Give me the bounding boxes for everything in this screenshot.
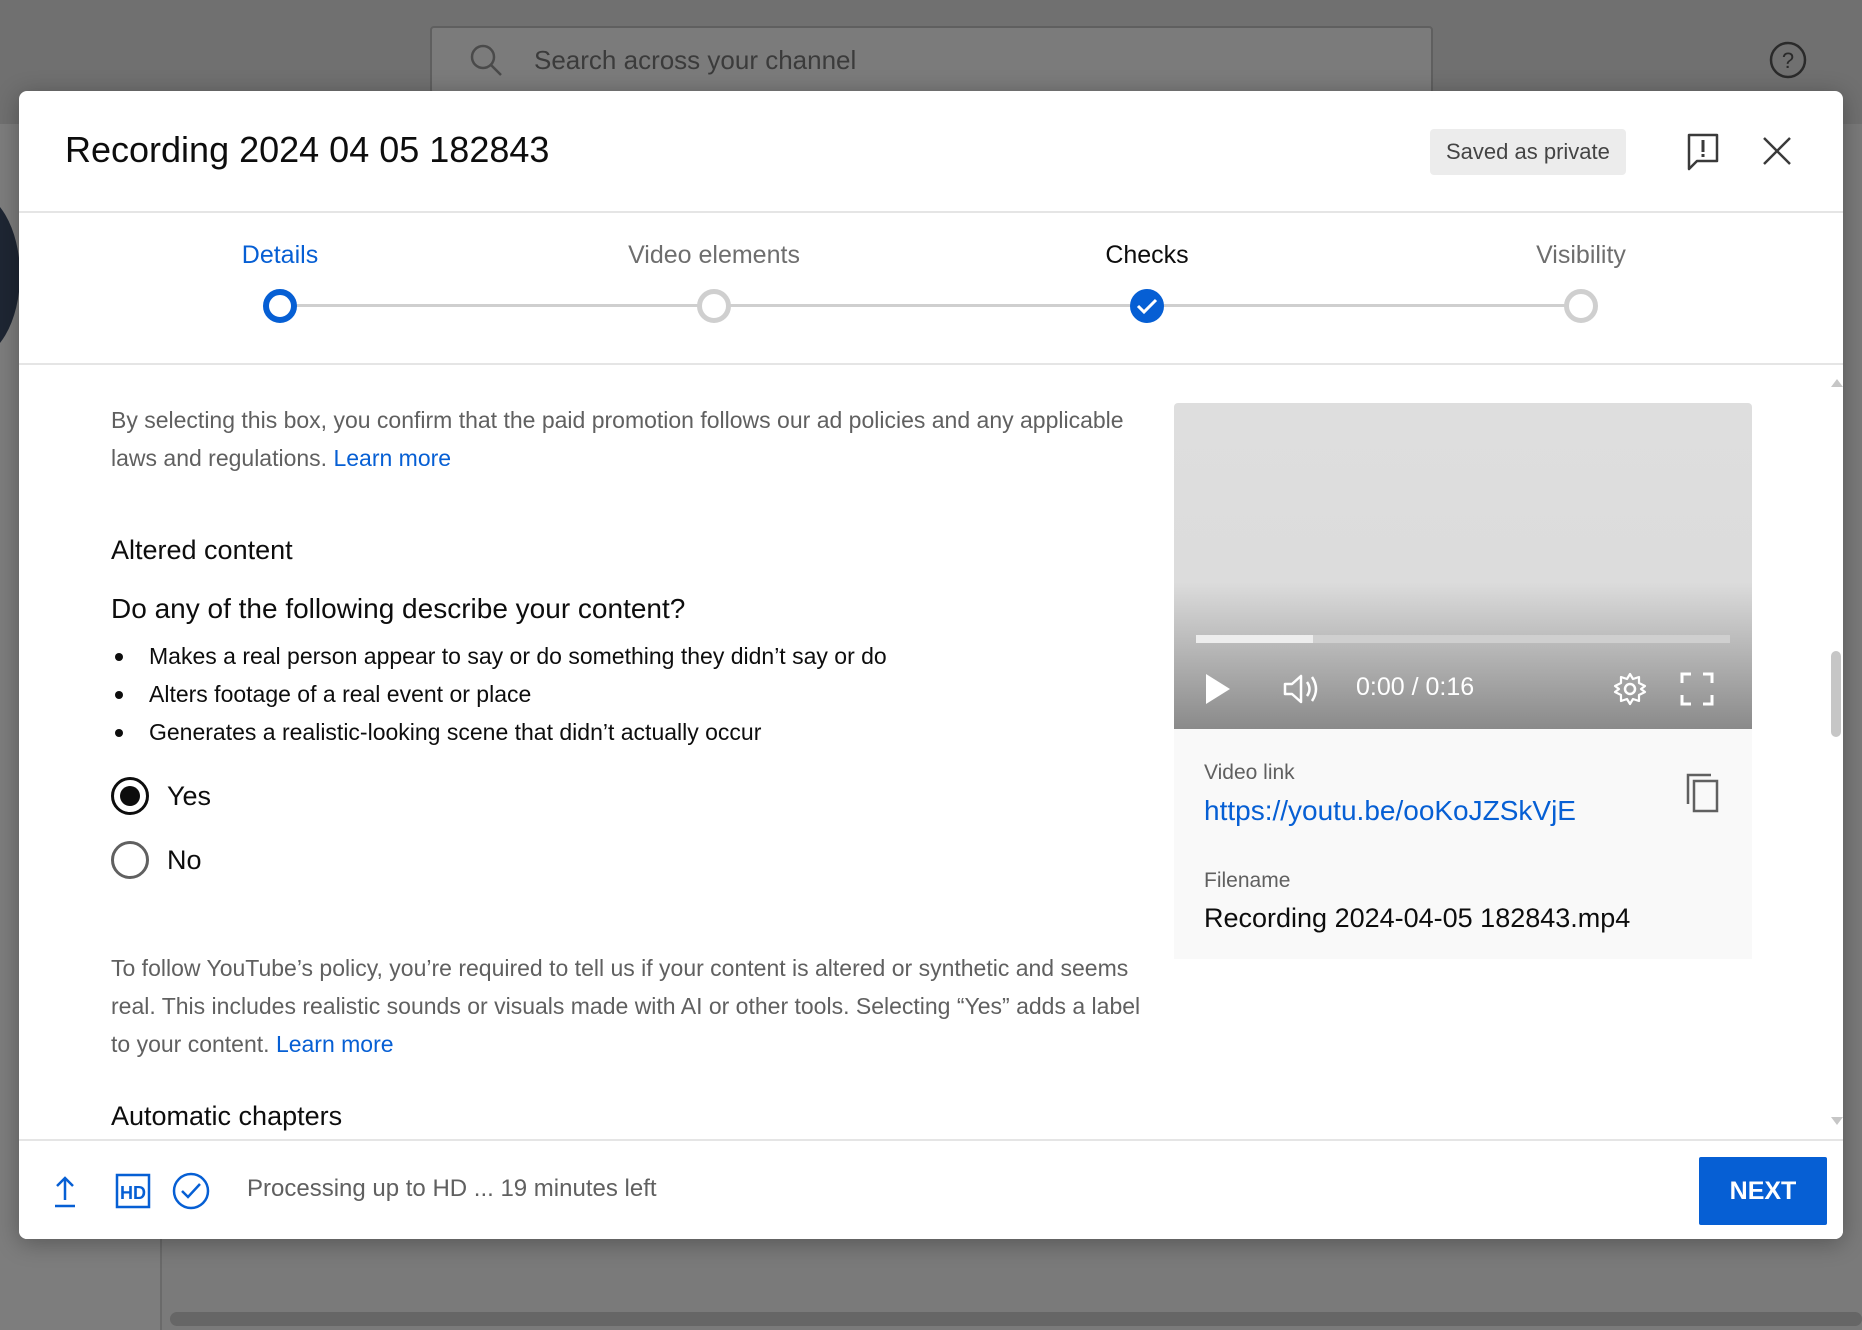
help-icon[interactable]: ? <box>1768 40 1808 80</box>
svg-text:HD: HD <box>120 1183 146 1203</box>
policy-description: To follow YouTube’s policy, you’re requi… <box>111 955 1141 1057</box>
step-indicator <box>1564 289 1598 323</box>
paid-promotion-text: By selecting this box, you confirm that … <box>111 401 1151 477</box>
play-button[interactable] <box>1204 665 1232 713</box>
dialog-title: Recording 2024 04 05 182843 <box>65 129 550 170</box>
step-indicator <box>1130 289 1164 323</box>
list-item: Generates a realistic-looking scene that… <box>111 713 887 751</box>
play-icon <box>1206 674 1230 704</box>
stepper-track <box>281 304 1581 307</box>
volume-button[interactable] <box>1282 665 1322 713</box>
altered-content-policy-text: To follow YouTube’s policy, you’re requi… <box>111 949 1151 1063</box>
dialog-header: Recording 2024 04 05 182843 Saved as pri… <box>19 91 1843 213</box>
step-label: Checks <box>1105 241 1189 269</box>
radio-label: No <box>167 844 202 875</box>
altered-content-question: Do any of the following describe your co… <box>111 593 686 624</box>
scrollbar-thumb[interactable] <box>1831 651 1841 737</box>
video-buffered-fill <box>1196 635 1314 643</box>
upload-dialog: Recording 2024 04 05 182843 Saved as pri… <box>19 91 1843 1239</box>
automatic-chapters-title: Automatic chapters <box>111 1101 343 1131</box>
close-button[interactable] <box>1753 127 1801 175</box>
fullscreen-icon <box>1680 672 1714 706</box>
hd-icon: HD <box>115 1173 151 1209</box>
radio-no[interactable]: No <box>111 841 202 879</box>
filename-label: Filename <box>1204 869 1291 892</box>
video-time: 0:00 / 0:16 <box>1356 673 1475 701</box>
horizontal-scrollbar[interactable] <box>170 1312 1862 1326</box>
video-preview-panel: 0:00 / 0:16 Video link https://youtu.be/… <box>1174 403 1754 959</box>
altered-content-list: Makes a real person appear to say or do … <box>111 637 887 751</box>
next-button[interactable]: NEXT <box>1699 1157 1827 1225</box>
close-icon <box>1763 137 1791 165</box>
search-icon <box>470 44 502 76</box>
filename-value: Recording 2024-04-05 182843.mp4 <box>1204 903 1631 933</box>
video-player[interactable]: 0:00 / 0:16 <box>1174 403 1752 729</box>
copy-link-button[interactable] <box>1678 769 1726 817</box>
feedback-icon <box>1687 133 1719 171</box>
check-circle-icon <box>172 1172 210 1210</box>
step-label: Details <box>241 241 319 269</box>
list-item: Makes a real person appear to say or do … <box>111 637 887 675</box>
hd-status-button[interactable]: HD <box>115 1171 151 1211</box>
learn-more-link[interactable]: Learn more <box>276 1031 394 1057</box>
channel-search-bar[interactable]: Search across your channel <box>430 26 1433 94</box>
upload-stepper: Details Video elements Checks Visibility <box>19 213 1843 365</box>
dialog-footer: HD Processing up to HD ... 19 minutes le… <box>19 1139 1843 1239</box>
list-item: Alters footage of a real event or place <box>111 675 887 713</box>
radio-label: Yes <box>167 780 212 811</box>
step-label: Visibility <box>1536 241 1626 269</box>
search-placeholder: Search across your channel <box>534 44 857 75</box>
settings-button[interactable] <box>1612 665 1648 713</box>
upload-icon <box>55 1176 75 1208</box>
check-icon <box>1136 298 1158 315</box>
svg-text:?: ? <box>1782 48 1794 73</box>
gear-icon <box>1613 672 1647 706</box>
volume-icon <box>1283 674 1318 704</box>
scroll-up-icon <box>1831 379 1843 387</box>
scroll-down-icon <box>1831 1117 1843 1125</box>
radio-yes[interactable]: Yes <box>111 777 211 815</box>
processing-status: Processing up to HD ... 19 minutes left <box>247 1175 657 1202</box>
copy-icon <box>1686 773 1719 813</box>
video-link-label: Video link <box>1204 761 1295 784</box>
radio-button[interactable] <box>111 777 149 815</box>
upload-status-button[interactable] <box>53 1171 77 1211</box>
feedback-button[interactable] <box>1679 127 1727 175</box>
learn-more-link[interactable]: Learn more <box>333 445 451 471</box>
radio-button[interactable] <box>111 841 149 879</box>
video-info: Video link https://youtu.be/ooKoJZSkVjE … <box>1174 729 1752 959</box>
fullscreen-button[interactable] <box>1680 665 1714 713</box>
step-indicator <box>697 289 731 323</box>
video-progress-bar[interactable] <box>1196 635 1730 643</box>
step-indicator <box>263 289 297 323</box>
saved-status-badge: Saved as private <box>1430 129 1626 175</box>
vertical-scrollbar[interactable] <box>1827 377 1843 1127</box>
step-label: Video elements <box>628 241 800 269</box>
checks-status-button[interactable] <box>171 1171 211 1211</box>
dialog-content: By selecting this box, you confirm that … <box>19 367 1843 1139</box>
altered-content-title: Altered content <box>111 535 293 565</box>
paid-promotion-description: By selecting this box, you confirm that … <box>111 407 1124 471</box>
video-link[interactable]: https://youtu.be/ooKoJZSkVjE <box>1204 795 1576 827</box>
